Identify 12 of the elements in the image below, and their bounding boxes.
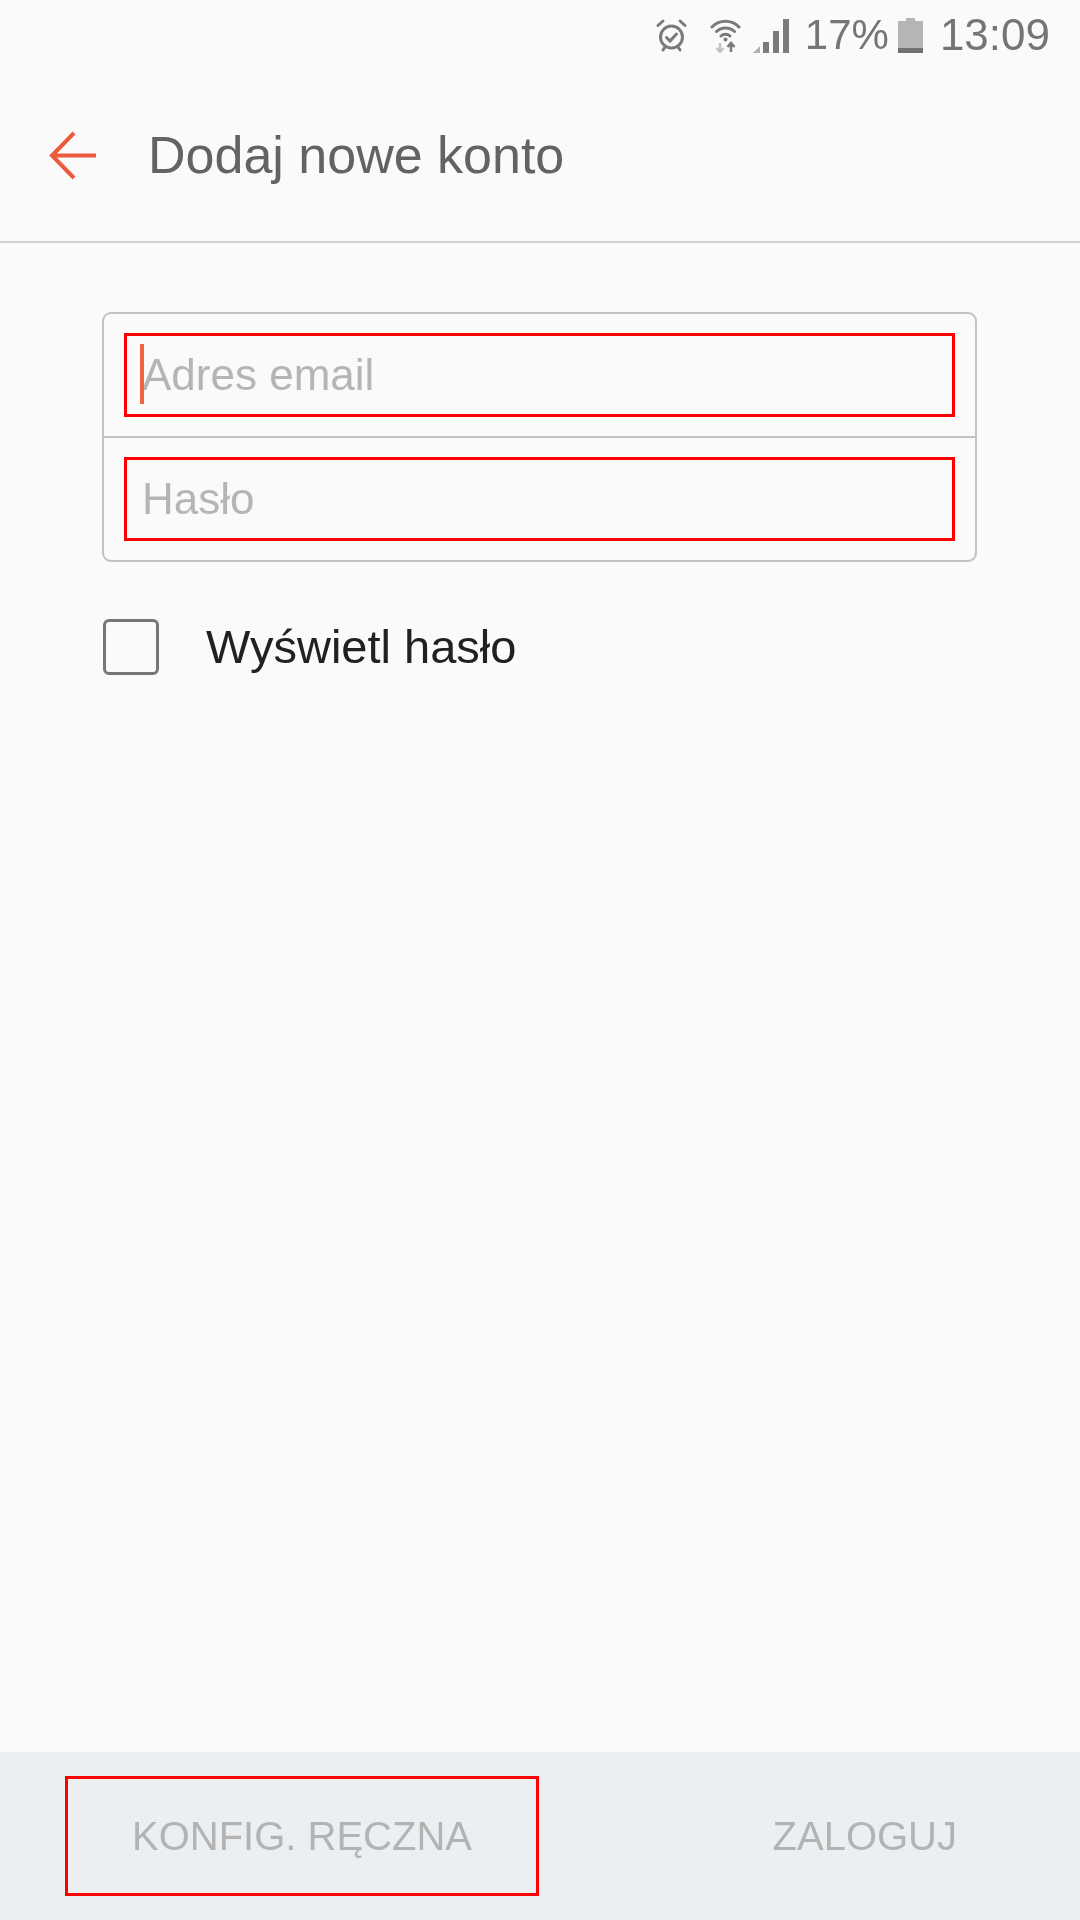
battery-icon — [897, 17, 923, 53]
checkbox-label[interactable]: Wyświetl hasło — [206, 619, 517, 676]
email-field[interactable]: Adres email — [124, 333, 955, 417]
password-field[interactable]: Hasło — [124, 457, 955, 541]
alarm-clock-icon — [654, 17, 688, 53]
checkbox[interactable] — [103, 619, 159, 676]
status-time: 13:09 — [939, 13, 1050, 57]
back-arrow-icon[interactable] — [49, 131, 97, 180]
wifi-icon — [709, 17, 741, 53]
screen-title: Dodaj nowe konto — [148, 125, 565, 187]
signal-icon — [752, 17, 790, 53]
battery-percentage: 17% — [804, 14, 889, 56]
